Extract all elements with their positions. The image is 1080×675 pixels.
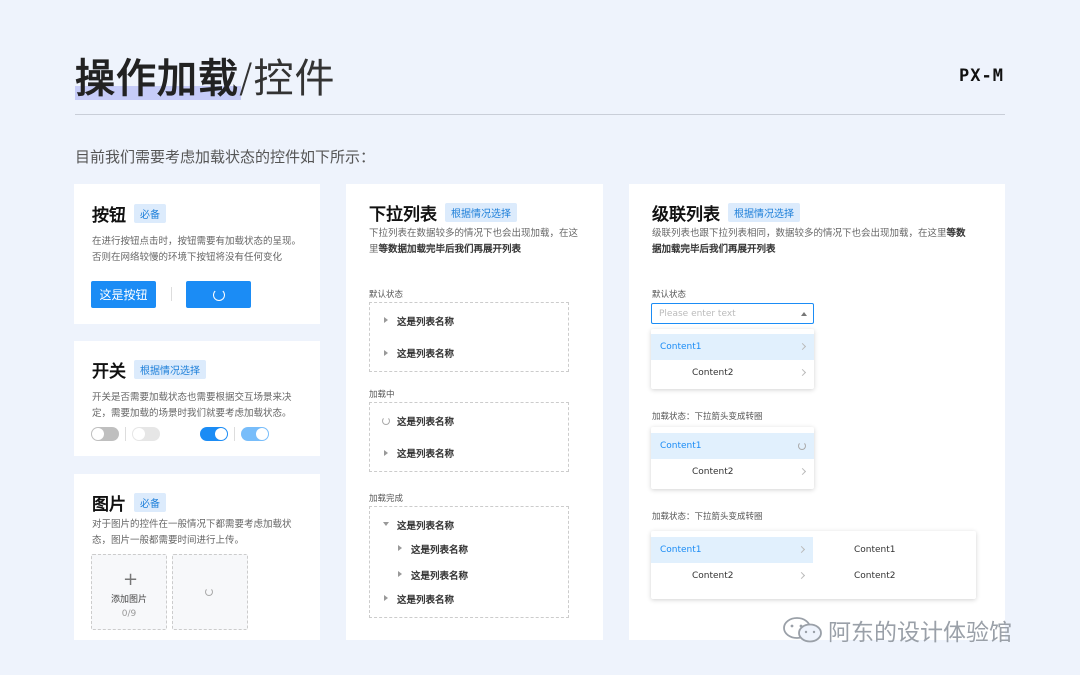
upload-loading-box — [172, 554, 248, 630]
caret-right-icon — [384, 317, 388, 323]
card-title: 按钮 — [92, 206, 126, 226]
upload-count: 0/9 — [121, 609, 137, 619]
switch-on-loading[interactable] — [241, 427, 269, 441]
menu-item[interactable]: Content1 — [651, 334, 814, 360]
tag-badge: 根据情况选择 — [728, 203, 800, 222]
spinner-icon — [205, 588, 213, 596]
list-item[interactable]: 这是列表名称 — [397, 592, 454, 606]
dropdown-loading: 这是列表名称 这是列表名称 — [369, 402, 569, 472]
cascade-menu: Content1 Content2 — [651, 329, 814, 389]
dropdown-loaded: 这是列表名称 这是列表名称 这是列表名称 这是列表名称 — [369, 506, 569, 618]
card-description: 开关是否需要加载状态也需要根据交互场景来决定，需要加载的场景时我们就要考虑加载状… — [92, 392, 292, 419]
chevron-right-icon — [797, 545, 806, 554]
menu-item[interactable]: Content1 — [651, 433, 814, 459]
menu-item[interactable]: Content1 — [651, 537, 813, 563]
caret-right-icon — [398, 545, 402, 551]
spinner-icon — [382, 417, 390, 425]
cascade-menu-loaded: Content1 Content2 Content1 Content2 — [651, 531, 976, 599]
menu-item[interactable]: Content2 — [651, 459, 814, 485]
list-item[interactable]: 这是列表名称 — [411, 568, 468, 582]
section-label: 加载完成 — [369, 494, 404, 504]
menu-item[interactable]: Content2 — [651, 563, 813, 589]
image-card: 图片 必备 对于图片的控件在一般情况下都需要考虑加载状态，图片一般都需要时间进行上… — [74, 474, 320, 640]
demo-button[interactable]: 这是按钮 — [91, 281, 156, 308]
upload-label: 添加图片 — [110, 595, 147, 605]
chevron-right-icon — [797, 571, 806, 580]
switch-off-loading[interactable] — [132, 427, 160, 441]
list-item[interactable]: 这是列表名称 — [397, 346, 454, 360]
watermark: 阿东的设计体验馆 — [782, 613, 1012, 647]
divider — [171, 287, 172, 301]
cascade-card: 级联列表 根据情况选择 级联列表也跟下拉列表相同，数据较多的情况下也会出现加载，在… — [629, 184, 1005, 640]
card-description: 在进行按钮点击时，按钮需要有加载状态的呈现。否则在网络较慢的环境下按钮将没有任何… — [92, 236, 302, 263]
list-item[interactable]: 这是列表名称 — [397, 446, 454, 460]
cascade-menu-loading: Content1 Content2 — [651, 427, 814, 489]
chevron-right-icon — [798, 368, 807, 377]
chevron-right-icon — [798, 342, 807, 351]
buttons-card: 按钮 必备 在进行按钮点击时，按钮需要有加载状态的呈现。否则在网络较慢的环境下按钮… — [74, 184, 320, 324]
watermark-text: 阿东的设计体验馆 — [828, 620, 1012, 646]
card-title: 开关 — [92, 362, 126, 382]
caret-down-icon — [383, 522, 389, 526]
spinner-icon — [212, 288, 225, 301]
switch-off[interactable] — [91, 427, 119, 441]
menu-item[interactable]: Content2 — [651, 360, 814, 386]
cascade-select[interactable]: Please enter text — [651, 303, 814, 324]
caret-right-icon — [398, 571, 402, 577]
section-label: 默认状态 — [652, 290, 687, 300]
switch-on[interactable] — [200, 427, 228, 441]
plus-icon: + — [123, 569, 139, 590]
header-divider — [75, 114, 1005, 115]
list-item[interactable]: 这是列表名称 — [397, 414, 454, 428]
caret-right-icon — [384, 595, 388, 601]
menu-item[interactable]: Content2 — [814, 563, 976, 589]
divider — [234, 427, 235, 441]
card-description: 级联列表也跟下拉列表相同，数据较多的情况下也会出现加载，在这里等数据加载完毕后我… — [652, 228, 966, 255]
chevron-right-icon — [798, 467, 807, 476]
title-main: 操作加载 — [75, 56, 239, 102]
title-separator: / — [239, 56, 254, 102]
brand-logo: PX-M — [959, 66, 1004, 86]
tag-badge: 必备 — [134, 204, 166, 223]
list-item[interactable]: 这是列表名称 — [411, 542, 468, 556]
list-item[interactable]: 这是列表名称 — [397, 314, 454, 328]
card-title: 图片 — [92, 495, 126, 515]
dropdown-default: 这是列表名称 这是列表名称 — [369, 302, 569, 372]
card-title: 下拉列表 — [369, 205, 437, 225]
section-label: 加载中 — [369, 390, 395, 400]
switch-card: 开关 根据情况选择 开关是否需要加载状态也需要根据交互场景来决定，需要加载的场景时… — [74, 341, 320, 456]
wechat-icon — [783, 617, 822, 643]
divider — [125, 427, 126, 441]
caret-right-icon — [384, 350, 388, 356]
section-label: 加载状态：下拉箭头变成转圈 — [652, 512, 763, 522]
upload-box[interactable]: + 添加图片 0/9 — [91, 554, 167, 630]
section-label: 加载状态：下拉箭头变成转圈 — [652, 412, 763, 422]
card-title: 级联列表 — [652, 205, 720, 225]
title-sub: 控件 — [253, 56, 336, 102]
caret-up-icon — [801, 312, 807, 316]
list-item[interactable]: 这是列表名称 — [397, 518, 454, 532]
card-description: 下拉列表在数据较多的情况下也会出现加载，在这里等数据加载完毕后我们再展开列表 — [369, 228, 579, 255]
menu-item[interactable]: Content1 — [814, 537, 976, 563]
tag-badge: 根据情况选择 — [445, 203, 517, 222]
card-description: 对于图片的控件在一般情况下都需要考虑加载状态，图片一般都需要时间进行上传。 — [92, 519, 292, 546]
tag-badge: 根据情况选择 — [134, 360, 206, 379]
loading-button[interactable] — [186, 281, 251, 308]
section-label: 默认状态 — [369, 290, 404, 300]
tag-badge: 必备 — [134, 493, 166, 512]
spinner-icon — [798, 442, 806, 450]
caret-right-icon — [384, 450, 388, 456]
intro-text: 目前我们需要考虑加载状态的控件如下所示： — [75, 148, 376, 166]
page-title: 操作加载/控件 — [75, 56, 335, 106]
dropdown-card: 下拉列表 根据情况选择 下拉列表在数据较多的情况下也会出现加载，在这里等数据加载完… — [346, 184, 603, 640]
select-placeholder: Please enter text — [659, 309, 736, 319]
